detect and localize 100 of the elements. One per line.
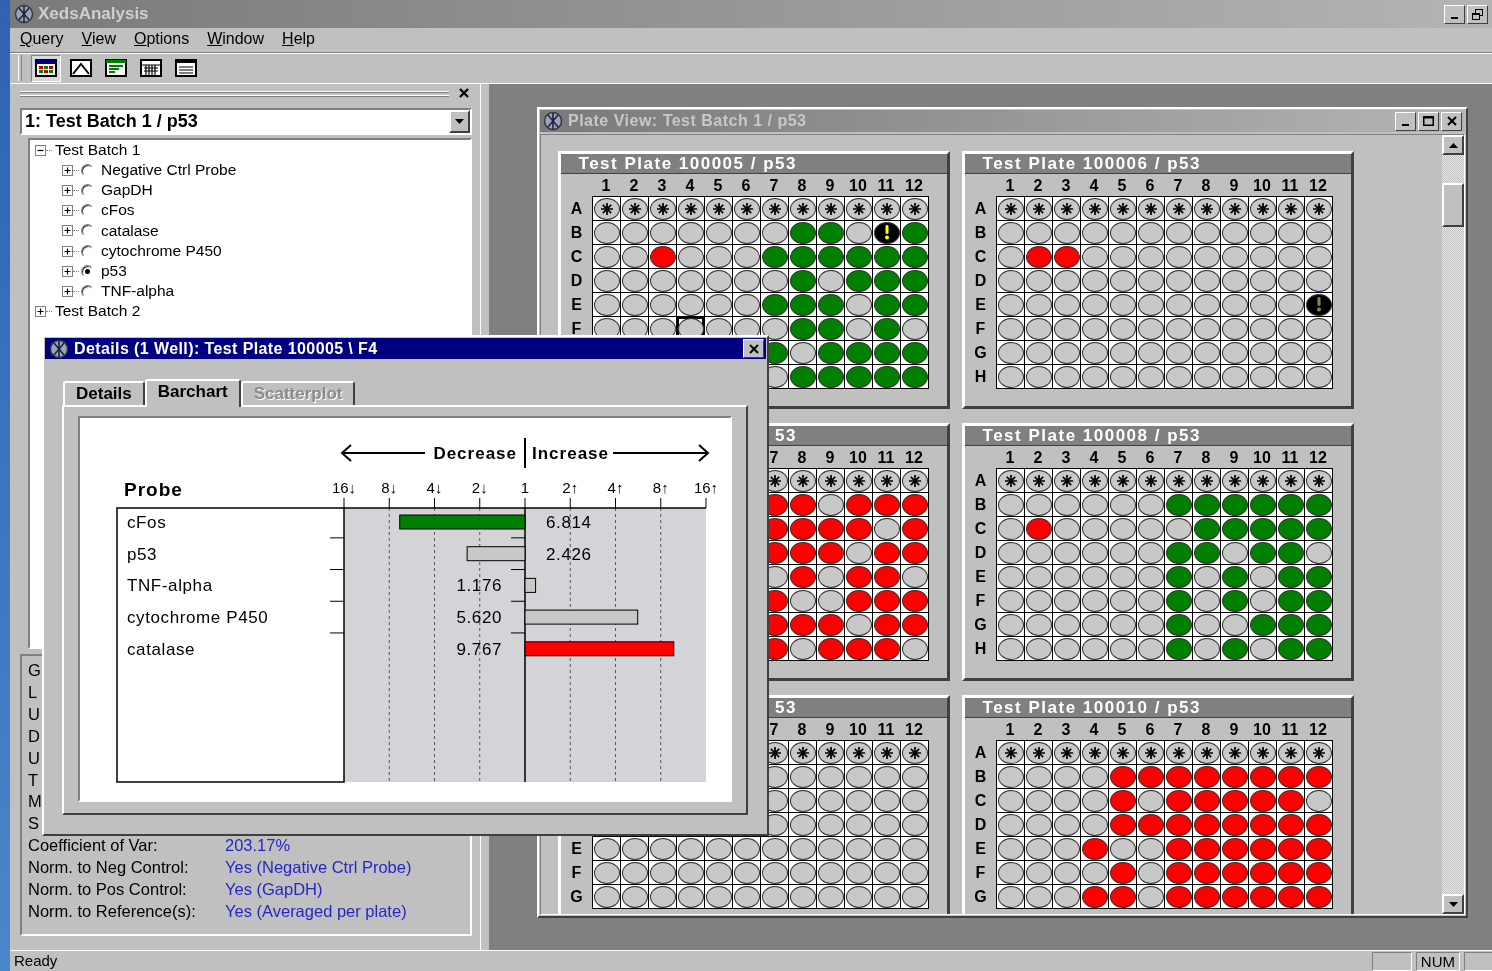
asterisk-well[interactable] <box>997 469 1024 492</box>
tree-item[interactable]: p53 <box>100 261 128 281</box>
asterisk-well[interactable] <box>1277 197 1304 220</box>
asterisk-well[interactable] <box>1109 469 1136 492</box>
asterisk-well[interactable] <box>1305 197 1332 220</box>
warning-well[interactable] <box>1305 293 1332 316</box>
tree-item[interactable]: Negative Ctrl Probe <box>100 161 238 180</box>
menu-item[interactable]: Options <box>126 29 198 49</box>
asterisk-well[interactable] <box>1249 197 1276 220</box>
expand-icon[interactable] <box>62 225 73 237</box>
expand-icon[interactable] <box>62 164 73 176</box>
menu-item[interactable]: Help <box>274 29 323 49</box>
asterisk-well[interactable] <box>1137 741 1164 764</box>
asterisk-well[interactable] <box>789 197 816 220</box>
asterisk-well[interactable] <box>621 197 648 220</box>
expand-icon[interactable] <box>62 245 73 257</box>
scrollbar-thumb[interactable] <box>1442 183 1464 227</box>
asterisk-well[interactable] <box>1165 197 1192 220</box>
asterisk-well[interactable] <box>1249 741 1276 764</box>
asterisk-well[interactable] <box>901 197 928 220</box>
asterisk-well[interactable] <box>1277 469 1304 492</box>
asterisk-well[interactable] <box>873 197 900 220</box>
toolbar-button[interactable] <box>31 54 61 82</box>
asterisk-well[interactable] <box>1025 469 1052 492</box>
asterisk-well[interactable] <box>997 197 1024 220</box>
asterisk-well[interactable] <box>789 469 816 492</box>
asterisk-well[interactable] <box>1305 741 1332 764</box>
asterisk-well[interactable] <box>901 469 928 492</box>
min-button[interactable] <box>1395 111 1416 131</box>
tree-item[interactable]: TNF-alpha <box>100 282 176 301</box>
menu-item[interactable]: Window <box>199 29 273 49</box>
tree-item[interactable]: GapDH <box>100 181 154 200</box>
asterisk-well[interactable] <box>1053 741 1080 764</box>
asterisk-well[interactable] <box>789 741 816 764</box>
asterisk-well[interactable] <box>593 197 620 220</box>
warning-well[interactable] <box>873 221 900 244</box>
asterisk-well[interactable] <box>817 469 844 492</box>
asterisk-well[interactable] <box>901 741 928 764</box>
dropdown-field[interactable]: 1: Test Batch 1 / p53 <box>20 108 472 135</box>
asterisk-well[interactable] <box>997 741 1024 764</box>
tab[interactable]: Details <box>63 381 145 405</box>
asterisk-well[interactable] <box>1221 469 1248 492</box>
asterisk-well[interactable] <box>705 197 732 220</box>
asterisk-well[interactable] <box>649 197 676 220</box>
asterisk-well[interactable] <box>1221 741 1248 764</box>
asterisk-well[interactable] <box>1193 469 1220 492</box>
asterisk-well[interactable] <box>1165 741 1192 764</box>
max-button[interactable] <box>1418 111 1439 131</box>
asterisk-well[interactable] <box>677 197 704 220</box>
asterisk-well[interactable] <box>733 197 760 220</box>
menu-item[interactable]: Query <box>12 29 72 49</box>
asterisk-well[interactable] <box>1165 469 1192 492</box>
min-button[interactable] <box>1444 4 1465 24</box>
tree-item[interactable]: Test Batch 2 <box>54 302 142 321</box>
asterisk-well[interactable] <box>1193 741 1220 764</box>
asterisk-well[interactable] <box>1137 197 1164 220</box>
dropdown-button[interactable] <box>449 110 470 133</box>
asterisk-well[interactable] <box>1081 197 1108 220</box>
expand-icon[interactable] <box>62 285 73 297</box>
tree-item[interactable]: Test Batch 1 <box>54 140 142 160</box>
asterisk-well[interactable] <box>1081 469 1108 492</box>
asterisk-well[interactable] <box>817 741 844 764</box>
expand-icon[interactable] <box>35 306 46 318</box>
collapse-icon[interactable] <box>35 144 46 156</box>
asterisk-well[interactable] <box>1305 469 1332 492</box>
scroll-up-button[interactable] <box>1442 135 1464 155</box>
restore-button[interactable] <box>1467 4 1488 24</box>
tree-item[interactable]: catalase <box>100 221 160 241</box>
asterisk-well[interactable] <box>873 741 900 764</box>
asterisk-well[interactable] <box>1053 469 1080 492</box>
asterisk-well[interactable] <box>761 197 788 220</box>
asterisk-well[interactable] <box>1081 741 1108 764</box>
tab[interactable]: Barchart <box>144 379 241 407</box>
tree-item[interactable]: cytochrome P450 <box>100 241 223 261</box>
close-icon[interactable] <box>459 88 469 98</box>
asterisk-well[interactable] <box>873 469 900 492</box>
property-label: D <box>28 726 41 747</box>
asterisk-well[interactable] <box>1109 197 1136 220</box>
asterisk-well[interactable] <box>845 469 872 492</box>
asterisk-well[interactable] <box>845 741 872 764</box>
asterisk-well[interactable] <box>817 197 844 220</box>
scroll-down-button[interactable] <box>1442 894 1464 914</box>
menu-item[interactable]: View <box>73 29 124 49</box>
asterisk-well[interactable] <box>1249 469 1276 492</box>
column-number: 5 <box>1116 176 1128 196</box>
asterisk-well[interactable] <box>1053 197 1080 220</box>
asterisk-well[interactable] <box>1221 197 1248 220</box>
asterisk-well[interactable] <box>1025 197 1052 220</box>
asterisk-well[interactable] <box>845 197 872 220</box>
asterisk-well[interactable] <box>1277 741 1304 764</box>
expand-icon[interactable] <box>62 184 73 196</box>
expand-icon[interactable] <box>62 265 73 277</box>
tree-item[interactable]: cFos <box>100 201 136 220</box>
asterisk-well[interactable] <box>1109 741 1136 764</box>
close-button[interactable] <box>743 339 764 358</box>
asterisk-well[interactable] <box>1137 469 1164 492</box>
close-button[interactable] <box>1441 111 1462 131</box>
asterisk-well[interactable] <box>1193 197 1220 220</box>
expand-icon[interactable] <box>62 205 73 217</box>
asterisk-well[interactable] <box>1025 741 1052 764</box>
